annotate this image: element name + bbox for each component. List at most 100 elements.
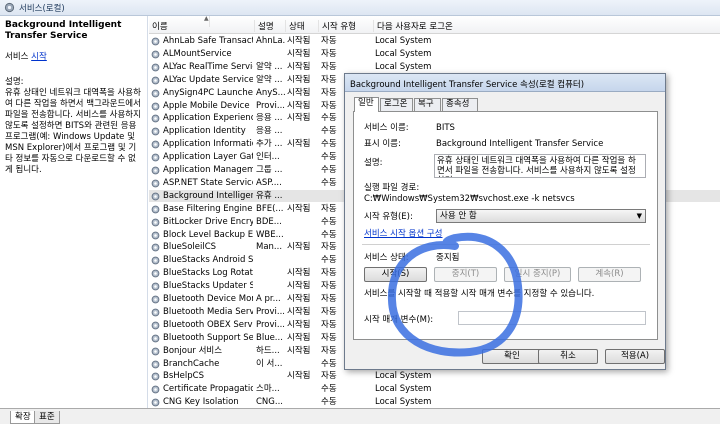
service-desc-cell: WBE... — [256, 229, 284, 240]
start-params-label: 시작 매개 변수(M): — [364, 315, 434, 325]
service-name-cell: Background Intelligent... — [163, 190, 253, 201]
tab-logon[interactable]: 로그온 — [380, 98, 413, 111]
service-status-cell: 시작됨 — [287, 74, 311, 85]
table-row[interactable]: Certificate Propagation 스마... 수동 Local Syst… — [149, 383, 720, 395]
description-label: 설명: — [5, 77, 24, 87]
separator — [362, 244, 650, 245]
service-startup-cell: 자동 — [321, 48, 337, 59]
service-name-cell: ALMountService — [163, 48, 232, 59]
service-name-cell: Base Filtering Engine — [163, 203, 253, 214]
service-name-cell: Bonjour 서비스 — [163, 345, 223, 356]
ok-button[interactable]: 확인 — [482, 349, 542, 364]
description-pane: Background Intelligent Transfer Service … — [0, 16, 148, 408]
service-status-cell: 시작됨 — [287, 36, 311, 46]
service-startup-cell: 자동 — [321, 36, 337, 46]
service-logon-cell: Local System — [375, 397, 432, 408]
start-params-input[interactable] — [458, 311, 646, 325]
service-logon-cell: Local System — [375, 48, 432, 59]
service-logon-cell: Local System — [375, 36, 432, 46]
service-desc-cell: 응용 ... — [256, 113, 283, 124]
service-name-cell: Block Level Backup En... — [163, 229, 253, 240]
dialog-title: Background Intelligent Transfer Service … — [350, 80, 585, 90]
description-textbox[interactable]: 유휴 상태인 네트워크 대역폭을 사용하여 다른 작업을 하면서 파일을 전송합… — [434, 154, 646, 178]
service-desc-cell: 인터... — [256, 152, 280, 163]
window-title: 서비스(로컬) — [19, 4, 65, 14]
service-name-cell: BranchCache — [163, 358, 220, 369]
service-desc-cell: AnyS... — [256, 87, 285, 98]
service-desc-cell: Provi... — [256, 100, 285, 111]
pause-button[interactable]: 일시 중지(P) — [504, 267, 571, 282]
tab-standard[interactable]: 표준 — [34, 411, 60, 424]
service-name-cell: BlueStacks Android Se... — [163, 255, 253, 266]
service-status-value: 중지됨 — [436, 253, 460, 263]
tab-general[interactable]: 일반 — [354, 97, 379, 112]
service-desc-cell: 유휴 ... — [256, 190, 283, 201]
table-row[interactable]: ALYac RealTime Service 알약 ... 시작됨 자동 Local S… — [149, 61, 720, 73]
column-startup-type[interactable]: 시작 유형 — [319, 20, 374, 32]
service-desc-cell: 알약 ... — [256, 74, 283, 85]
startup-type-label: 시작 유형(E): — [364, 212, 413, 222]
service-status-cell: 시작됨 — [287, 139, 311, 150]
service-name-cell: BlueStacks Updater Se... — [163, 281, 253, 292]
service-status-cell: 시작됨 — [287, 306, 311, 317]
service-desc-cell: Provi... — [256, 319, 285, 330]
service-name-cell: AnySign4PC Launcher — [163, 87, 253, 98]
service-status-cell: 시작됨 — [287, 100, 311, 111]
selected-service-title: Background Intelligent Transfer Service — [5, 20, 122, 41]
display-name-value: Background Intelligent Transfer Service — [436, 139, 604, 149]
column-status[interactable]: 상태 — [286, 20, 319, 32]
service-logon-cell: Local System — [375, 384, 432, 395]
start-service-link[interactable]: 시작 — [31, 52, 47, 62]
startup-type-select[interactable]: 사용 안 함 ▼ — [436, 209, 646, 223]
service-name-cell: BlueStacks Log Rotato... — [163, 268, 253, 279]
chevron-down-icon: ▼ — [636, 212, 642, 220]
service-status-cell: 시작됨 — [287, 113, 311, 124]
column-logon-as[interactable]: 다음 사용자로 로그온 — [374, 20, 494, 32]
start-button[interactable]: 시작(S) — [364, 267, 427, 282]
table-row[interactable]: ALMountService 시작됨 자동 Local System — [149, 48, 720, 60]
service-status-cell: 시작됨 — [287, 61, 311, 72]
column-name[interactable]: 이름 — [149, 20, 255, 32]
window-header: 서비스(로컬) — [0, 0, 720, 16]
services-gear-icon — [4, 2, 15, 13]
tab-extended[interactable]: 확장 — [10, 411, 36, 424]
service-name-cell: Bluetooth OBEX Service — [163, 319, 253, 330]
service-status-cell: 시작됨 — [287, 281, 311, 292]
exe-path-label: 실행 파일 경로: — [364, 183, 420, 193]
table-row[interactable]: AhnLab Safe Transacti...AhnLa...시작됨 자동 Loc… — [149, 35, 720, 47]
service-name-cell: AhnLab Safe Transacti... — [163, 36, 253, 46]
service-desc-cell: 그룹 ... — [256, 165, 283, 175]
stop-button[interactable]: 중지(T) — [434, 267, 497, 282]
column-description[interactable]: 설명 — [255, 20, 286, 32]
service-status-cell: 시작됨 — [287, 48, 311, 59]
tab-dependencies[interactable]: 종속성 — [442, 98, 478, 111]
service-desc-cell: CNG... — [256, 397, 283, 408]
service-name-cell: BitLocker Drive Encryp... — [163, 216, 253, 227]
service-name-cell: Application Identity — [163, 126, 246, 137]
resume-button[interactable]: 계속(R) — [578, 267, 641, 282]
service-name-cell: Bluetooth Support Ser... — [163, 332, 253, 343]
table-row[interactable]: BsHelpCS 시작됨 자동 Local System — [149, 370, 720, 382]
service-name-cell: Application Managem... — [163, 165, 253, 175]
service-label: 서비스 — [5, 52, 29, 62]
service-logon-cell: Local System — [375, 61, 432, 72]
service-desc-cell: 응용 ... — [256, 126, 283, 137]
cancel-button[interactable]: 취소 — [538, 349, 598, 364]
table-row[interactable]: CNG Key Isolation CNG... 수동 Local System — [149, 396, 720, 408]
service-desc-cell: ASP.... — [256, 177, 282, 188]
service-name-cell: BsHelpCS — [163, 371, 204, 382]
service-startup-cell: 수동 — [321, 384, 337, 395]
dialog-titlebar: Background Intelligent Transfer Service … — [345, 74, 665, 92]
service-name-cell: Bluetooth Device Mon... — [163, 294, 253, 304]
service-status-cell: 시작됨 — [287, 203, 311, 214]
startup-options-help-link[interactable]: 서비스 시작 옵션 구성 — [364, 229, 443, 240]
service-desc-cell: 추가 ... — [256, 139, 283, 150]
service-desc-cell: Provi... — [256, 306, 285, 317]
display-name-label: 표시 이름: — [364, 139, 401, 149]
service-status-cell: 시작됨 — [287, 319, 311, 330]
start-params-help: 서비스를 시작할 때 적용할 시작 매개 변수를 지정할 수 있습니다. — [364, 289, 595, 299]
apply-button[interactable]: 적용(A) — [605, 349, 665, 364]
service-name-cell: Application Layer Gate... — [163, 152, 253, 163]
exe-path-value: C:₩Windows₩System32₩svchost.exe -k netsv… — [364, 194, 575, 204]
tab-recovery[interactable]: 복구 — [414, 98, 441, 111]
